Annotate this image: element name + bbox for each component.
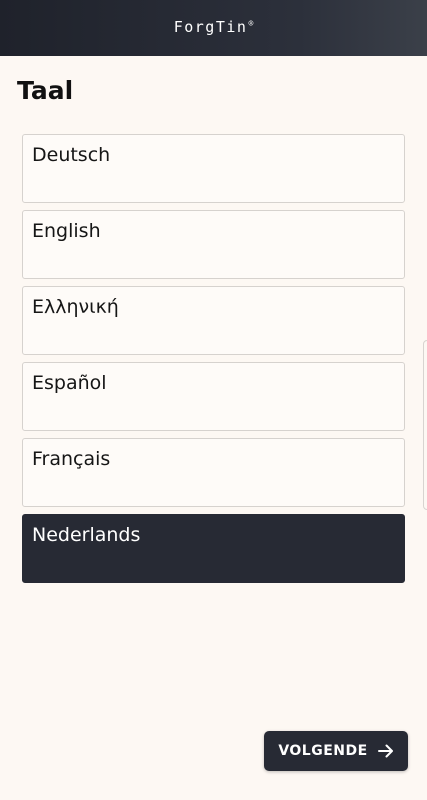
language-list: Deutsch English Ελληνική Español Françai… xyxy=(22,134,405,590)
language-option-label: Español xyxy=(32,372,107,394)
language-option-greek[interactable]: Ελληνική xyxy=(22,286,405,355)
next-button-label: VOLGENDE xyxy=(278,743,368,759)
app-header: ForgTin® xyxy=(0,0,427,56)
language-option-label: Deutsch xyxy=(32,144,111,166)
language-option-deutsch[interactable]: Deutsch xyxy=(22,134,405,203)
app-logo-text: ForgTin xyxy=(173,18,248,36)
language-option-label: Français xyxy=(32,448,111,470)
language-option-spanish[interactable]: Español xyxy=(22,362,405,431)
language-option-french[interactable]: Français xyxy=(22,438,405,507)
language-option-dutch[interactable]: Nederlands xyxy=(22,514,405,583)
language-option-label: Nederlands xyxy=(32,524,141,546)
next-button[interactable]: VOLGENDE xyxy=(264,731,408,771)
side-panel-handle[interactable] xyxy=(423,340,427,510)
app-logo: ForgTin® xyxy=(174,18,254,36)
registered-mark: ® xyxy=(248,19,254,28)
arrow-right-icon xyxy=(377,744,393,758)
page-title: Taal xyxy=(17,76,74,105)
language-option-english[interactable]: English xyxy=(22,210,405,279)
language-option-label: Ελληνική xyxy=(32,296,119,318)
language-option-label: English xyxy=(32,220,101,242)
